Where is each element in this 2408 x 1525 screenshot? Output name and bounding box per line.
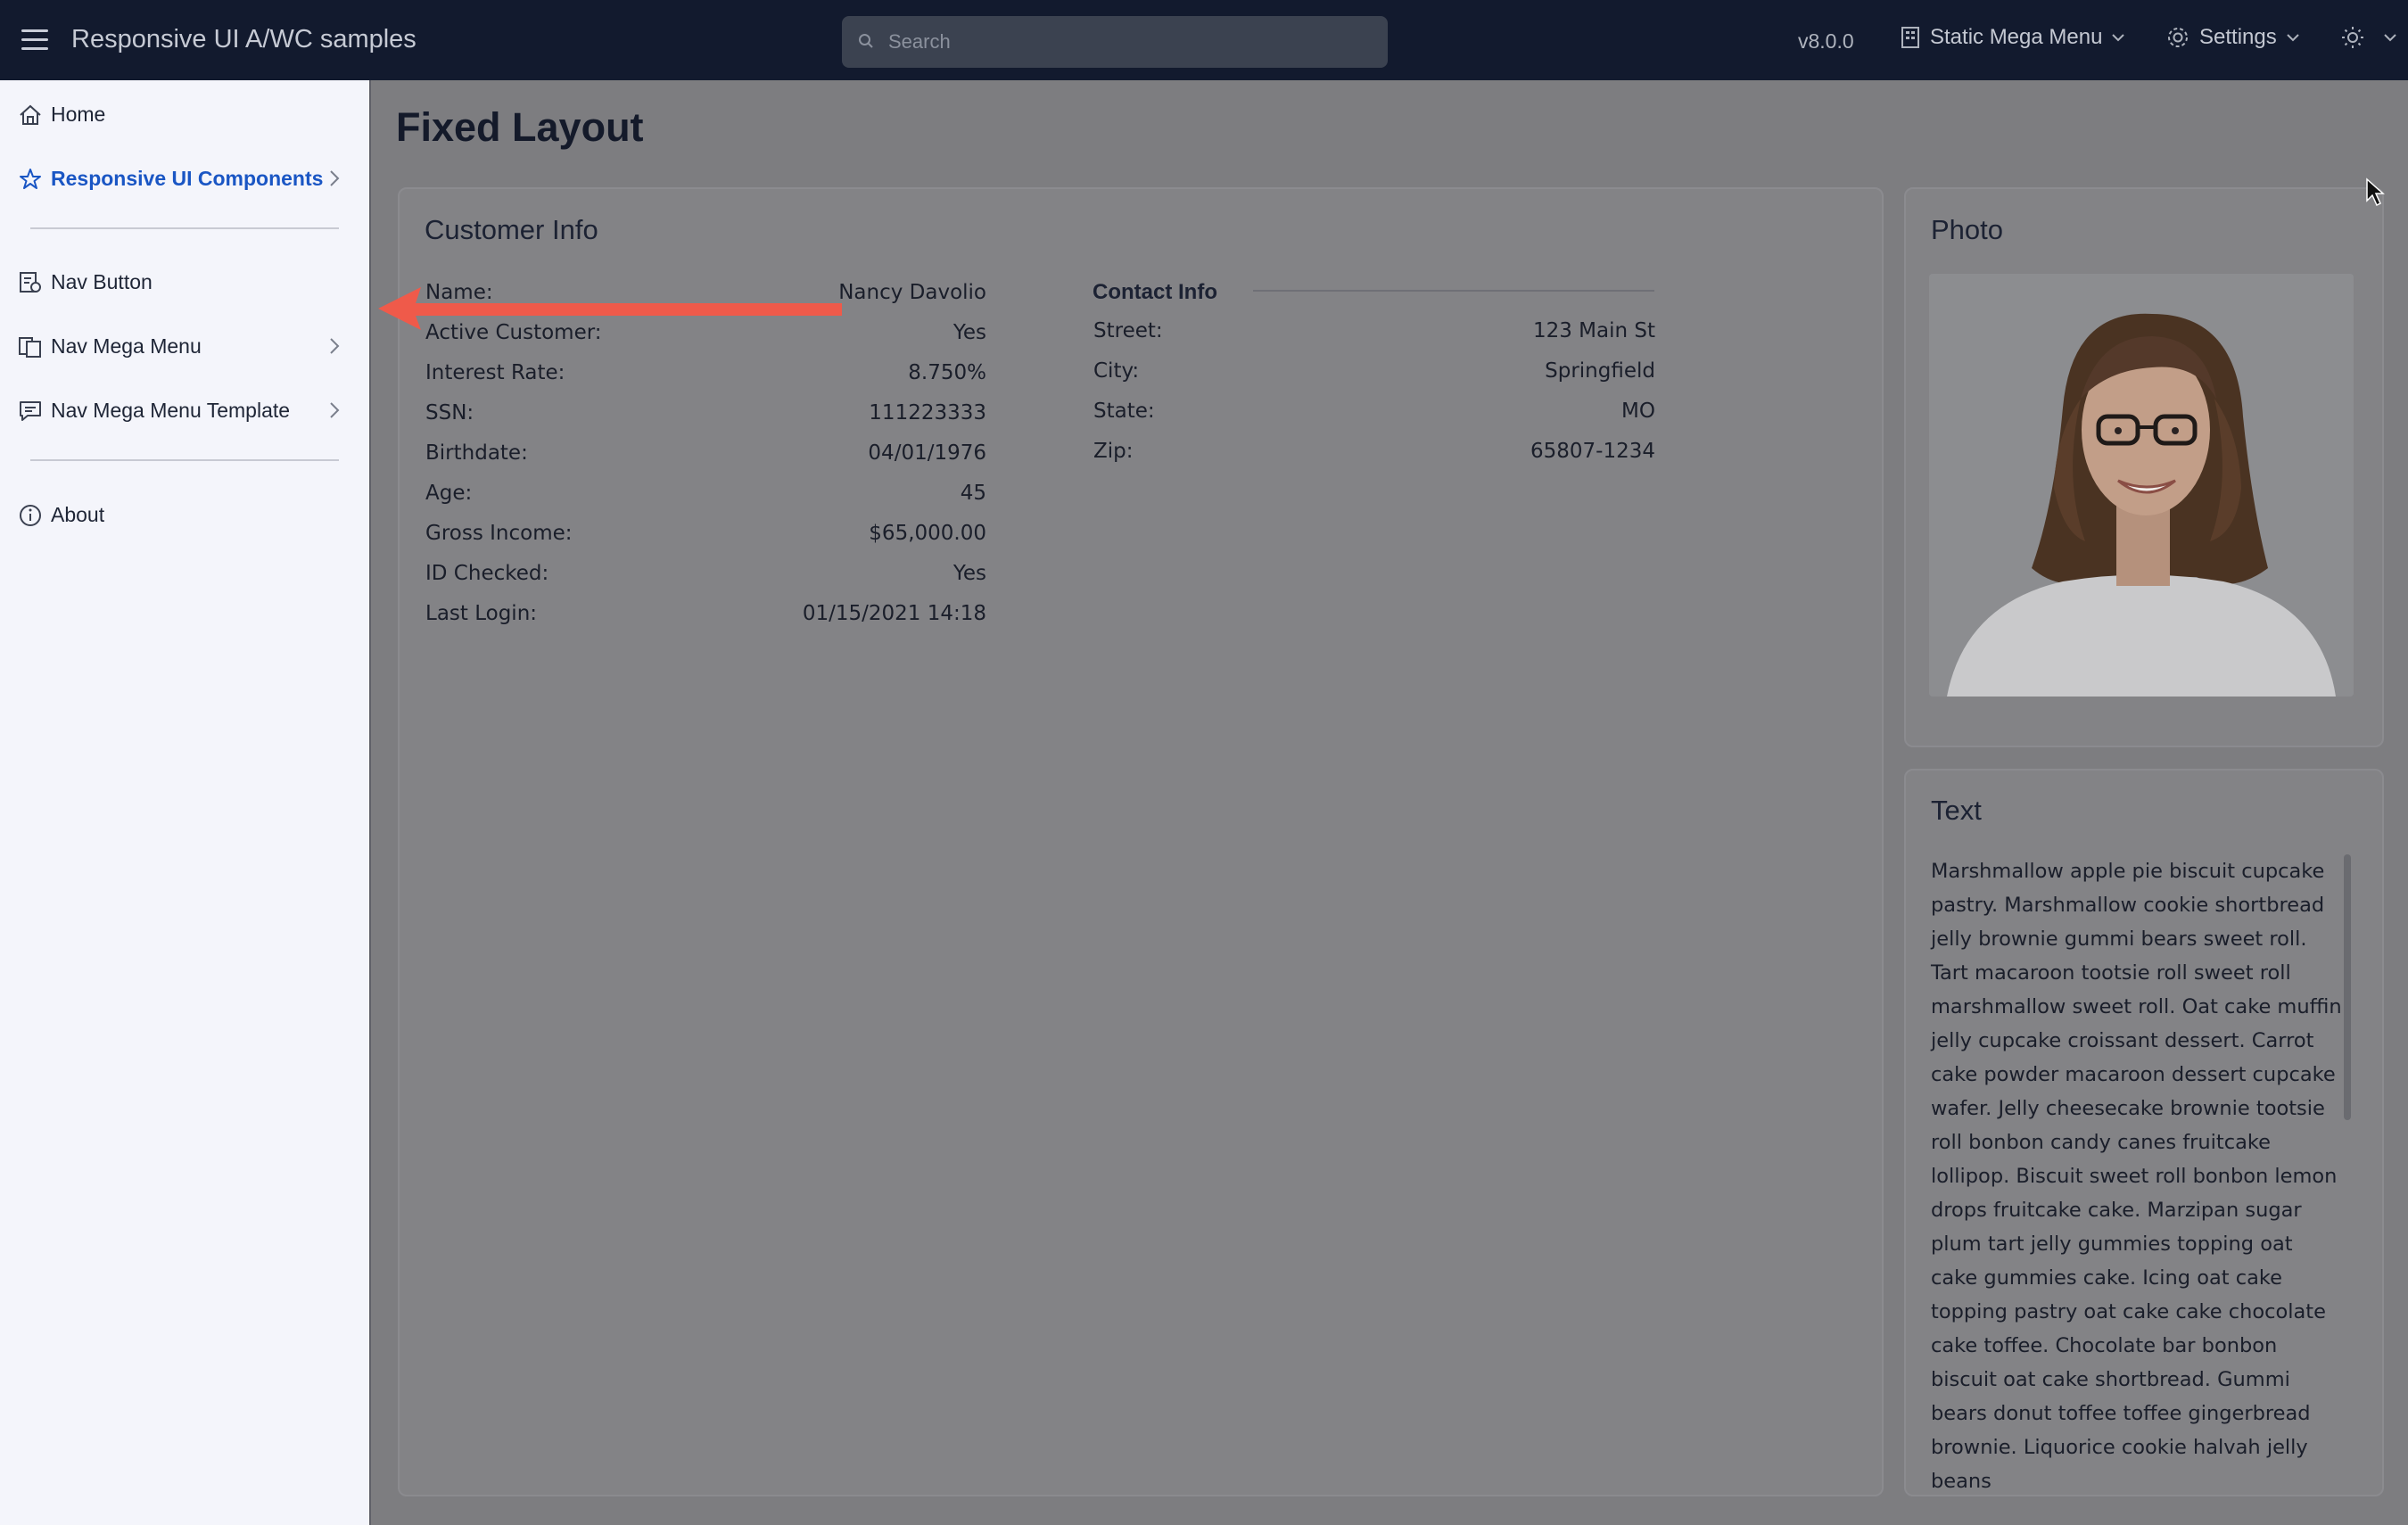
chevron-right-icon bbox=[330, 170, 340, 186]
customer-field-value: 01/15/2021 14:18 bbox=[802, 602, 986, 625]
chevron-down-icon bbox=[2287, 34, 2299, 42]
contact-info-heading: Contact Info bbox=[1093, 280, 1217, 304]
sidebar-item-label: Home bbox=[51, 103, 106, 126]
static-mega-menu-button[interactable]: Static Mega Menu bbox=[1900, 25, 2125, 50]
sidebar-divider bbox=[30, 227, 339, 229]
customer-field-label: Gross Income: bbox=[425, 522, 573, 545]
sidebar: Home Responsive UI Components Nav Button… bbox=[0, 80, 371, 1525]
customer-field-value: 8.750% bbox=[908, 361, 986, 384]
hamburger-menu-icon[interactable] bbox=[21, 29, 48, 51]
nav-button-icon bbox=[20, 272, 41, 293]
customer-field-label: Interest Rate: bbox=[425, 361, 565, 384]
customer-field-label: Last Login: bbox=[425, 602, 538, 625]
sidebar-item-nav-button[interactable]: Nav Button bbox=[0, 260, 371, 304]
page-title: Fixed Layout bbox=[396, 104, 644, 150]
customer-photo bbox=[1929, 274, 2354, 697]
home-icon bbox=[20, 104, 41, 125]
chevron-down-icon bbox=[2112, 34, 2125, 42]
chevron-right-icon bbox=[330, 402, 340, 418]
text-card-body[interactable]: Marshmallow apple pie biscuit cupcake pa… bbox=[1931, 854, 2345, 1498]
theme-toggle-button[interactable] bbox=[2340, 25, 2397, 50]
sidebar-item-responsive-ui-components[interactable]: Responsive UI Components bbox=[0, 156, 371, 201]
static-mega-menu-label: Static Mega Menu bbox=[1930, 25, 2103, 49]
mouse-cursor-icon bbox=[2366, 177, 2385, 207]
sidebar-item-label: Nav Mega Menu Template bbox=[51, 399, 291, 422]
customer-field-value: 45 bbox=[960, 482, 986, 505]
customer-field-label: Birthdate: bbox=[425, 441, 528, 465]
text-card-scrollbar[interactable] bbox=[2344, 854, 2351, 1120]
mega-menu-icon bbox=[19, 337, 41, 358]
annotation-arrow-icon bbox=[378, 287, 842, 330]
sidebar-item-label: Nav Mega Menu bbox=[51, 334, 202, 358]
contact-field-label: City: bbox=[1093, 359, 1140, 383]
sidebar-item-nav-mega-menu[interactable]: Nav Mega Menu bbox=[0, 324, 371, 368]
contact-field-value: 123 Main St bbox=[1532, 319, 1655, 342]
chat-icon bbox=[20, 401, 41, 421]
contact-info-divider bbox=[1253, 290, 1654, 292]
contact-field-label: State: bbox=[1093, 400, 1155, 423]
chevron-down-icon bbox=[2384, 34, 2396, 42]
sidebar-item-label: About bbox=[51, 503, 105, 526]
text-card-title: Text bbox=[1931, 795, 1982, 826]
building-icon bbox=[1901, 27, 1919, 48]
customer-field-label: SSN: bbox=[425, 401, 474, 425]
star-icon bbox=[20, 169, 41, 189]
customer-field-value: Yes bbox=[952, 562, 986, 585]
search-input[interactable] bbox=[888, 16, 1370, 68]
contact-field-value: Springfield bbox=[1545, 359, 1655, 383]
contact-field-label: Street: bbox=[1093, 319, 1163, 342]
sidebar-item-nav-mega-menu-template[interactable]: Nav Mega Menu Template bbox=[0, 388, 371, 433]
settings-label: Settings bbox=[2199, 25, 2277, 49]
contact-field-value: 65807-1234 bbox=[1530, 440, 1655, 463]
sidebar-item-about[interactable]: About bbox=[0, 492, 371, 537]
customer-info-card bbox=[398, 187, 1884, 1496]
app-title[interactable]: Responsive UI A/WC samples bbox=[71, 25, 416, 54]
version-label: v8.0.0 bbox=[1798, 29, 1854, 53]
top-app-bar: Responsive UI A/WC samples v8.0.0 Static… bbox=[0, 0, 2408, 80]
sidebar-divider bbox=[30, 459, 339, 461]
sidebar-item-label: Nav Button bbox=[51, 270, 153, 293]
settings-button[interactable]: Settings bbox=[2165, 25, 2300, 50]
customer-field-value: 04/01/1976 bbox=[868, 441, 986, 465]
info-icon bbox=[20, 505, 41, 526]
customer-field-value: $65,000.00 bbox=[869, 522, 986, 545]
customer-field-value: 111223333 bbox=[869, 401, 986, 425]
sidebar-item-home[interactable]: Home bbox=[0, 92, 371, 136]
customer-info-title: Customer Info bbox=[425, 214, 598, 245]
gear-icon bbox=[2168, 28, 2188, 47]
customer-field-label: Age: bbox=[425, 482, 473, 505]
sidebar-item-label: Responsive UI Components bbox=[51, 167, 324, 190]
customer-field-label: ID Checked: bbox=[425, 562, 549, 585]
search-icon bbox=[859, 34, 873, 48]
contact-field-value: MO bbox=[1621, 400, 1655, 423]
search-box[interactable] bbox=[842, 16, 1388, 68]
portrait-image bbox=[1929, 274, 2354, 697]
chevron-right-icon bbox=[330, 338, 340, 354]
contact-field-label: Zip: bbox=[1093, 440, 1134, 463]
photo-card-title: Photo bbox=[1931, 214, 2004, 245]
sun-icon bbox=[2342, 27, 2363, 48]
